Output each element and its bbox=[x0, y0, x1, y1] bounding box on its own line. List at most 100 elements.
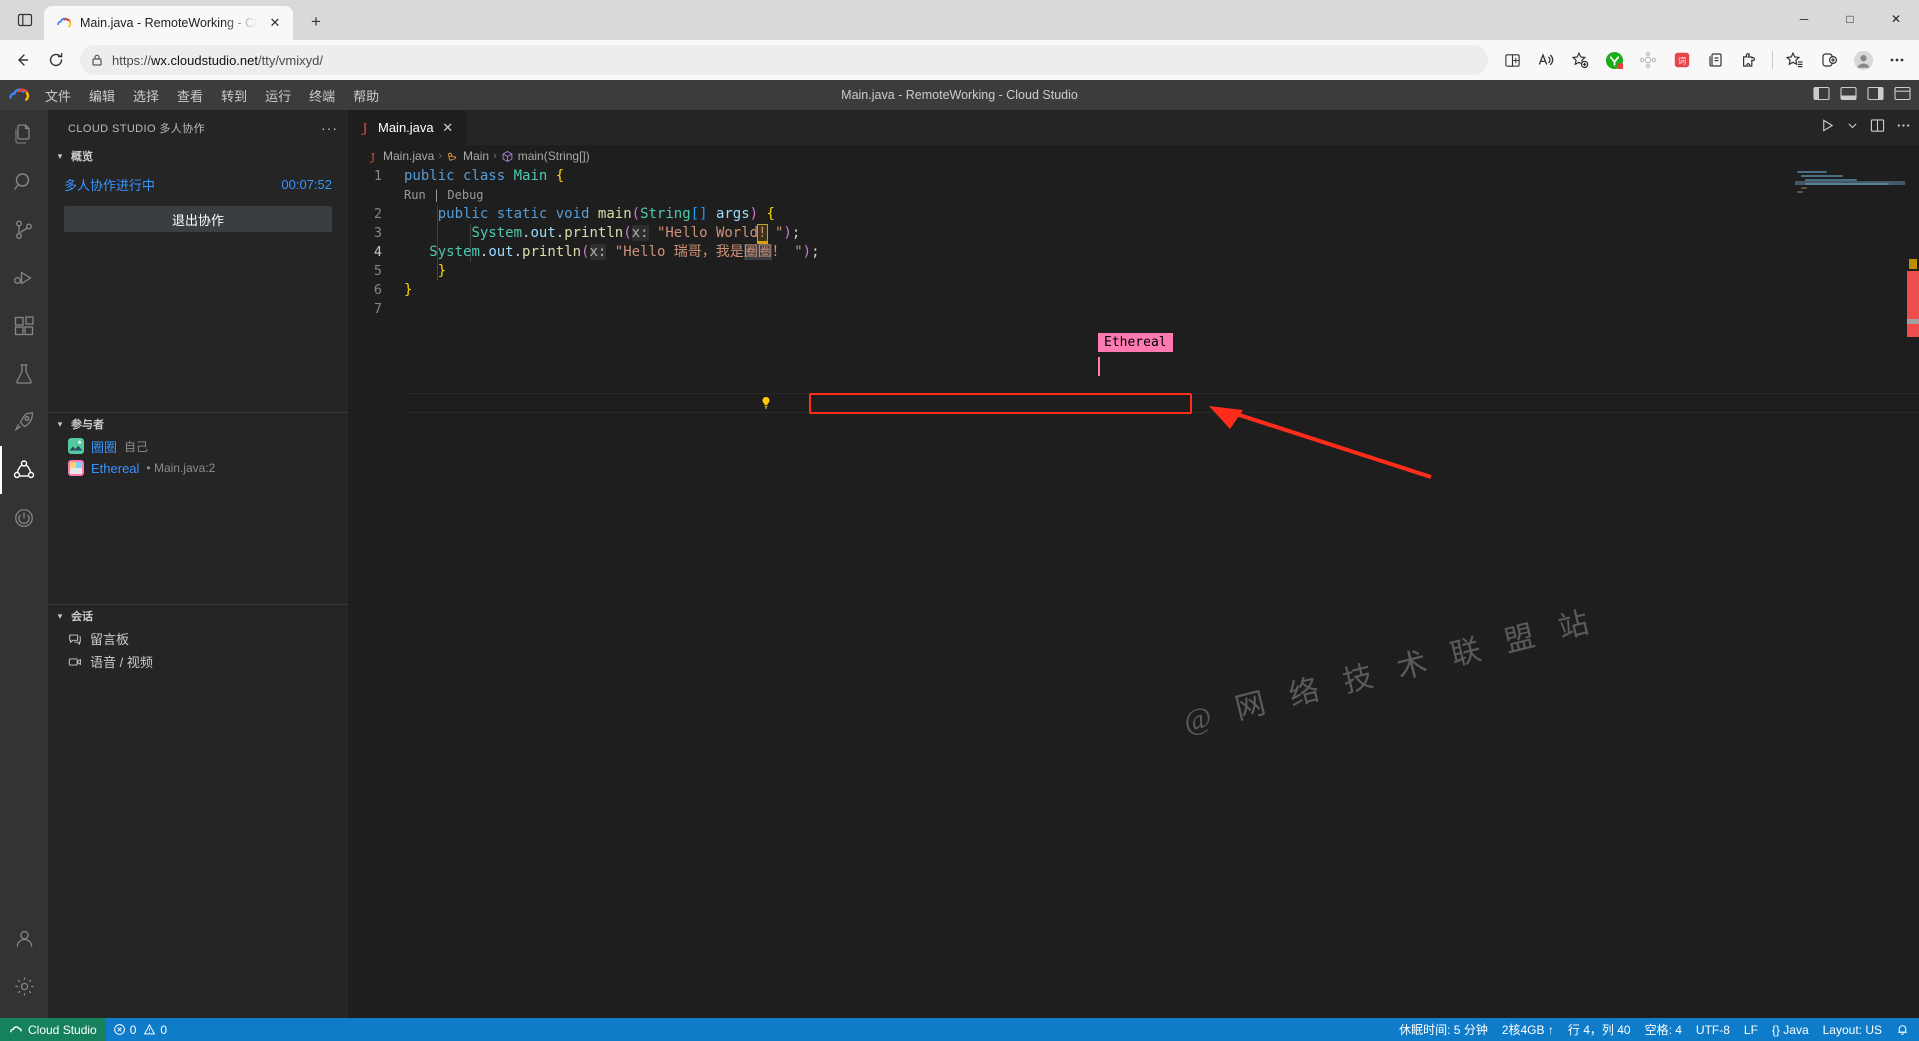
current-line-top-border bbox=[404, 393, 1919, 394]
status-problems[interactable]: 0 0 bbox=[106, 1018, 174, 1041]
chevron-down-icon[interactable] bbox=[1846, 119, 1859, 137]
sidebar-item-testing[interactable] bbox=[0, 350, 48, 398]
browser-tab-strip: Main.java - RemoteWorking - Cl ✕ + ─ □ ✕ bbox=[0, 0, 1919, 40]
status-eol[interactable]: LF bbox=[1737, 1018, 1765, 1041]
split-editor-icon[interactable] bbox=[1870, 118, 1885, 138]
tab-list-icon[interactable] bbox=[6, 3, 44, 37]
extensions-puzzle-icon[interactable] bbox=[1734, 44, 1766, 76]
add-tab-group-icon[interactable] bbox=[1813, 44, 1845, 76]
breadcrumb-item-method[interactable]: main(String[]) bbox=[501, 149, 590, 163]
collaboration-sidebar: CLOUD STUDIO 多人协作 ··· ▾ 概览 多人协作进行中 00:07… bbox=[48, 110, 348, 1018]
sidebar-item-power[interactable] bbox=[0, 494, 48, 542]
address-bar[interactable]: https://wx.cloudstudio.net/tty/vmixyd/ bbox=[80, 45, 1488, 75]
breadcrumb-item-file[interactable]: J Main.java bbox=[367, 149, 434, 163]
youdao-extension-icon[interactable] bbox=[1598, 44, 1630, 76]
status-bar-right: 休眠时间: 5 分钟 2核4GB ↑ 行 4，列 40 空格: 4 UTF-8 … bbox=[1392, 1018, 1919, 1041]
split-screen-icon[interactable] bbox=[1496, 44, 1528, 76]
remote-icon bbox=[10, 1025, 22, 1032]
run-icon[interactable] bbox=[1820, 118, 1835, 138]
section-overview-header[interactable]: ▾ 概览 bbox=[48, 145, 348, 167]
toggle-secondary-sidebar-icon[interactable] bbox=[1867, 86, 1884, 104]
status-idle-time[interactable]: 休眠时间: 5 分钟 bbox=[1392, 1018, 1495, 1041]
menu-file[interactable]: 文件 bbox=[36, 83, 80, 108]
close-icon[interactable]: ✕ bbox=[440, 120, 456, 136]
sidebar-item-extensions[interactable] bbox=[0, 302, 48, 350]
session-item-message-board[interactable]: 留言板 bbox=[48, 627, 348, 650]
read-aloud-icon[interactable] bbox=[1530, 44, 1562, 76]
status-remote-indicator[interactable]: Cloud Studio bbox=[0, 1018, 106, 1041]
section-session-header[interactable]: ▾ 会话 bbox=[48, 605, 348, 627]
menu-go[interactable]: 转到 bbox=[212, 83, 256, 108]
participant-name: 圈圈 bbox=[91, 439, 118, 455]
settings-more-icon[interactable] bbox=[1881, 44, 1913, 76]
svg-text:J: J bbox=[361, 121, 368, 135]
sidebar-more-actions-icon[interactable]: ··· bbox=[321, 120, 338, 136]
more-actions-icon[interactable] bbox=[1896, 118, 1911, 138]
menu-terminal[interactable]: 终端 bbox=[300, 83, 344, 108]
collections-icon[interactable] bbox=[1700, 44, 1732, 76]
profile-avatar-icon[interactable] bbox=[1847, 44, 1879, 76]
toggle-primary-sidebar-icon[interactable] bbox=[1813, 86, 1830, 104]
code-editor[interactable]: 1 public class Main { Run | Debug 2 publ… bbox=[348, 167, 1919, 1018]
svg-text:J: J bbox=[370, 152, 375, 163]
new-tab-button[interactable]: + bbox=[301, 7, 331, 37]
maximize-button[interactable]: □ bbox=[1827, 0, 1873, 38]
back-icon[interactable] bbox=[6, 44, 38, 76]
code-lens-run[interactable]: Run bbox=[404, 188, 426, 202]
status-notifications-icon[interactable] bbox=[1889, 1018, 1919, 1041]
session-item-voice-video[interactable]: 语音 / 视频 bbox=[48, 650, 348, 673]
close-icon[interactable]: ✕ bbox=[265, 13, 285, 33]
add-favorite-icon[interactable] bbox=[1564, 44, 1596, 76]
breadcrumb-separator: › bbox=[493, 150, 497, 162]
status-machine-spec[interactable]: 2核4GB ↑ bbox=[1495, 1018, 1561, 1041]
section-participants-header[interactable]: ▾ 参与者 bbox=[48, 413, 348, 435]
vscode-body: CLOUD STUDIO 多人协作 ··· ▾ 概览 多人协作进行中 00:07… bbox=[0, 110, 1919, 1018]
editor-tab-main-java[interactable]: J Main.java ✕ bbox=[348, 110, 467, 145]
status-cursor-position[interactable]: 行 4，列 40 bbox=[1561, 1018, 1638, 1041]
breadcrumb-separator: › bbox=[438, 150, 443, 162]
cloud-studio-logo bbox=[9, 88, 30, 101]
minimize-button[interactable]: ─ bbox=[1781, 0, 1827, 38]
code-lens-row: Run | Debug bbox=[348, 186, 1919, 205]
sidebar-header: CLOUD STUDIO 多人协作 ··· bbox=[48, 110, 348, 145]
code-lens: Run | Debug bbox=[404, 186, 484, 205]
sidebar-gap-2 bbox=[48, 479, 348, 604]
extension-gray-icon[interactable] bbox=[1632, 44, 1664, 76]
toggle-panel-icon[interactable] bbox=[1840, 86, 1857, 104]
browser-toolbar: https://wx.cloudstudio.net/tty/vmixyd/ 词 bbox=[0, 40, 1919, 80]
status-encoding[interactable]: UTF-8 bbox=[1689, 1018, 1737, 1041]
favorites-icon[interactable] bbox=[1779, 44, 1811, 76]
comment-icon bbox=[69, 634, 81, 645]
menu-view[interactable]: 查看 bbox=[168, 83, 212, 108]
breadcrumb-item-class[interactable]: Main bbox=[446, 149, 489, 163]
line-content: System.out.println(x: "Hello World! "); bbox=[471, 224, 801, 244]
code-lens-debug[interactable]: Debug bbox=[447, 188, 483, 202]
participant-row-ethereal[interactable]: Ethereal • Main.java:2 bbox=[48, 457, 348, 479]
menu-edit[interactable]: 编辑 bbox=[80, 83, 124, 108]
sidebar-item-collaboration[interactable] bbox=[0, 446, 48, 494]
window-close-button[interactable]: ✕ bbox=[1873, 0, 1919, 38]
breadcrumb-label: Main bbox=[463, 149, 490, 163]
status-indentation[interactable]: 空格: 4 bbox=[1638, 1018, 1689, 1041]
browser-tab[interactable]: Main.java - RemoteWorking - Cl ✕ bbox=[44, 6, 293, 40]
menu-run[interactable]: 运行 bbox=[256, 83, 300, 108]
menu-selection[interactable]: 选择 bbox=[124, 83, 168, 108]
status-keyboard-layout[interactable]: Layout: US bbox=[1816, 1018, 1889, 1041]
section-overview-label: 概览 bbox=[71, 151, 93, 163]
sidebar-item-deploy[interactable] bbox=[0, 398, 48, 446]
gear-icon[interactable] bbox=[0, 962, 48, 1010]
customize-layout-icon[interactable] bbox=[1894, 86, 1911, 104]
code-line: 6 } bbox=[348, 281, 1919, 300]
lightbulb-icon[interactable] bbox=[759, 396, 773, 416]
sidebar-item-run-and-debug[interactable] bbox=[0, 254, 48, 302]
participant-row-self[interactable]: 圈圈 自己 bbox=[48, 435, 348, 457]
menu-help[interactable]: 帮助 bbox=[344, 83, 388, 108]
status-language-mode[interactable]: {} Java bbox=[1765, 1018, 1816, 1041]
quit-collaboration-button[interactable]: 退出协作 bbox=[64, 206, 332, 232]
red-extension-icon[interactable]: 词 bbox=[1666, 44, 1698, 76]
sidebar-item-source-control[interactable] bbox=[0, 206, 48, 254]
reload-icon[interactable] bbox=[40, 44, 72, 76]
sidebar-item-search[interactable] bbox=[0, 158, 48, 206]
sidebar-item-explorer[interactable] bbox=[0, 110, 48, 158]
account-icon[interactable] bbox=[0, 914, 48, 962]
